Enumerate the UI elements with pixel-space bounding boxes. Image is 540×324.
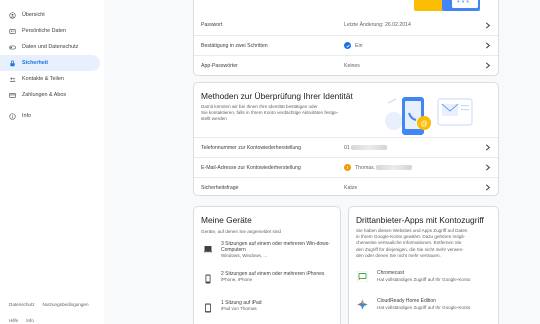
chevron-right-icon — [483, 61, 493, 71]
row-value: Keines — [344, 62, 360, 69]
sidebar-nav: Übersicht Persönliche Daten Daten und Da… — [0, 0, 104, 324]
app-passwords-row[interactable]: App-Passwörter Keines — [194, 55, 498, 75]
redacted-email — [376, 165, 413, 170]
device-subtitle: iPhone, iPhone — [221, 277, 253, 283]
row-label: Telefonnummer zur Kontowiederherstellung — [201, 144, 302, 151]
sidebar-item-kontakte-teilen[interactable]: Kontakte & Teilen — [0, 71, 100, 87]
person-card-icon — [8, 27, 16, 35]
info-icon — [8, 112, 16, 120]
warning-icon: ! — [344, 164, 351, 171]
my-devices-card: Meine Geräte Geräte, auf denen Sie angem… — [193, 206, 341, 324]
footer-links: Datenschutz Nutzungsbedingungen — [9, 302, 89, 307]
row-value: Ein — [355, 42, 363, 49]
sidebar-item-label: Sicherheit — [22, 60, 49, 66]
sidebar-item-label: Übersicht — [22, 12, 45, 18]
device-item-iphones[interactable]: 2 Sitzungen auf einem oder mehreren iPho… — [194, 271, 340, 297]
row-value: Thomas. — [355, 164, 376, 171]
phone-icon — [205, 274, 211, 284]
chevron-right-icon — [483, 183, 493, 193]
card-description: Sie haben diesen Websites und Apps Zugri… — [356, 228, 496, 259]
toggle-icon — [8, 43, 16, 51]
app-item-cloudready[interactable]: CloudReady Home Edition Hat vollständige… — [349, 298, 498, 324]
card-title: Methoden zur Überprüfung Ihrer Identität — [201, 91, 353, 101]
svg-text:* * *: * * * — [457, 0, 469, 7]
sidebar-item-sicherheit[interactable]: Sicherheit — [0, 55, 100, 71]
cloudready-icon — [357, 299, 368, 310]
sidebar-item-daten-datenschutz[interactable]: Daten und Datenschutz — [0, 39, 100, 55]
card-description: Damit könnten wir bei Ihnen Ihre Identit… — [201, 104, 396, 123]
app-text: Chromecast Hat vollständigen Zugriff auf… — [377, 270, 517, 283]
about-link[interactable]: Info — [26, 318, 34, 323]
identity-illustration: @ — [385, 97, 473, 135]
footer-links-secondary: Hilfe Info — [9, 318, 34, 323]
chevron-right-icon — [483, 163, 493, 173]
check-circle-icon — [344, 42, 351, 49]
desc-line: stellt werden — [201, 116, 227, 122]
app-item-chromecast[interactable]: Chromecast Hat vollständigen Zugriff auf… — [349, 270, 498, 296]
device-title: 3 Sitzungen auf einem oder mehreren Win-… — [221, 241, 330, 254]
security-question-row[interactable]: Sicherheitsfrage Katze — [194, 177, 498, 197]
sidebar-item-label: Persönliche Daten — [22, 28, 67, 34]
row-value: Letzte Änderung: 26.02.2014 — [344, 22, 411, 28]
device-subtitle: Windows, Windows, ... — [221, 253, 268, 259]
chevron-right-icon — [483, 20, 493, 30]
redacted-phone — [350, 145, 387, 150]
help-link[interactable]: Hilfe — [9, 318, 18, 323]
signin-card: * * * Passwort Letzte Änderung: 26.02.20… — [193, 0, 499, 76]
device-subtitle: iPad von Thomas — [221, 306, 257, 312]
desc-line: den oder denen Sie nicht mehr vertrauen. — [356, 252, 441, 258]
device-item-windows[interactable]: 3 Sitzungen auf einem oder mehreren Win-… — [194, 241, 340, 267]
sidebar-item-label: Kontakte & Teilen — [22, 76, 64, 82]
sidebar-item-label: Daten und Datenschutz — [22, 44, 79, 50]
app-name: Chromecast — [377, 270, 404, 276]
tablet-icon — [205, 303, 211, 313]
app-name: CloudReady Home Edition — [377, 298, 436, 304]
chromecast-icon — [357, 271, 368, 282]
credit-card-icon — [8, 91, 16, 99]
sidebar-item-label: Zahlungen & Abos — [22, 92, 67, 98]
svg-text:@: @ — [421, 121, 428, 128]
sidebar-item-info[interactable]: Info — [0, 108, 100, 124]
terms-link[interactable]: Nutzungsbedingungen — [43, 302, 89, 307]
sidebar-item-persoenliche-daten[interactable]: Persönliche Daten — [0, 23, 100, 39]
home-icon — [8, 11, 16, 19]
sidebar-item-zahlungen-abos[interactable]: Zahlungen & Abos — [0, 87, 100, 103]
app-access: Hat vollständigen Zugriff auf Ihr Google… — [377, 276, 471, 282]
device-text: 1 Sitzung auf iPad iPad von Thomas — [221, 300, 351, 312]
third-party-apps-card: Drittanbieter-Apps mit Kontozugriff Sie … — [348, 206, 499, 324]
app-access: Hat vollständigen Zugriff auf Ihr Google… — [377, 304, 471, 310]
card-subtitle: Geräte, auf denen Sie angemeldet sind — [201, 229, 281, 234]
recovery-email-row[interactable]: E-Mail-Adresse zur Kontowiederherstellun… — [194, 157, 498, 177]
row-label: Bestätigung in zwei Schritten — [201, 42, 268, 49]
app-text: CloudReady Home Edition Hat vollständige… — [377, 298, 517, 311]
password-illustration: * * * — [414, 0, 480, 11]
row-value: 01 — [344, 144, 350, 151]
password-row[interactable]: Passwort Letzte Änderung: 26.02.2014 — [194, 15, 498, 35]
card-title: Drittanbieter-Apps mit Kontozugriff — [356, 215, 484, 225]
device-text: 3 Sitzungen auf einem oder mehreren Win-… — [221, 241, 351, 260]
row-label: E-Mail-Adresse zur Kontowiederherstellun… — [201, 164, 301, 171]
app-root: Übersicht Persönliche Daten Daten und Da… — [0, 0, 540, 324]
two-step-row[interactable]: Bestätigung in zwei Schritten Ein — [194, 35, 498, 55]
row-value-wrap: ! Thomas. — [344, 164, 483, 171]
card-title: Meine Geräte — [201, 215, 252, 225]
lock-icon — [8, 59, 16, 67]
row-value: Katze — [344, 184, 358, 191]
chevron-right-icon — [483, 143, 493, 153]
sidebar-item-label: Info — [22, 113, 31, 119]
privacy-link[interactable]: Datenschutz — [9, 302, 35, 307]
people-icon — [8, 75, 16, 83]
row-value-wrap: 01 — [344, 145, 483, 151]
row-value-wrap: Ein — [344, 42, 483, 49]
chevron-right-icon — [483, 41, 493, 51]
row-label: Passwort — [201, 22, 223, 28]
row-label: App-Passwörter — [201, 62, 238, 69]
identity-verification-card: Methoden zur Überprüfung Ihrer Identität… — [193, 82, 499, 196]
row-label: Sicherheitsfrage — [201, 184, 239, 191]
laptop-icon — [204, 246, 212, 253]
recovery-phone-row[interactable]: Telefonnummer zur Kontowiederherstellung… — [194, 137, 498, 157]
device-text: 2 Sitzungen auf einem oder mehreren iPho… — [221, 271, 351, 283]
sidebar-item-uebersicht[interactable]: Übersicht — [0, 7, 100, 23]
device-item-ipad[interactable]: 1 Sitzung auf iPad iPad von Thomas — [194, 300, 340, 324]
